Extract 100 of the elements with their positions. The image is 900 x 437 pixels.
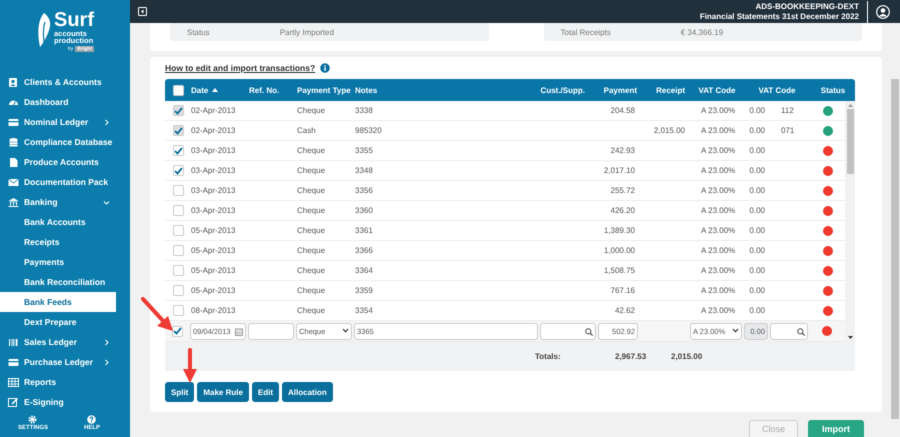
table-cell: A 23.00% [701,146,736,155]
action-button[interactable]: Split [165,382,194,402]
cust-supp-field[interactable] [540,322,596,340]
table-cell: 112 [781,106,794,115]
table-cell: 3364 [355,266,373,275]
sidebar-toggle-icon[interactable] [138,7,147,16]
table-cell: A 23.00% [701,226,736,235]
table-cell: Cheque [297,266,326,275]
summary-value: Partly Imported [280,28,334,36]
table-cell: 1,000.00 [604,246,635,255]
table-cell: 03-Apr-2013 [191,146,236,155]
column-header[interactable]: Payment [597,86,639,94]
sidebar-item[interactable]: Compliance Database [0,132,118,152]
table-cell: 0.00 [749,246,765,255]
settings-icon [28,415,38,424]
search-icon [797,328,805,336]
sidebar-item[interactable]: Purchase Ledger [0,352,118,372]
table-cell: Cheque [297,226,326,235]
import-button[interactable]: Import [808,420,864,437]
scroll-down-icon [848,336,852,339]
table-cell: 2,017.10 [604,166,635,175]
user-icon[interactable] [876,4,890,18]
database-icon [8,136,19,148]
sidebar-item[interactable]: Bank Reconciliation [0,272,118,292]
sidebar-item[interactable]: Dashboard [0,92,118,112]
sidebar-item[interactable]: Payments [0,252,118,272]
table-cell: 242.93 [610,146,635,155]
sidebar-item[interactable]: E-Signing [0,392,118,412]
sidebar-item[interactable]: Receipts [0,232,118,252]
table-cell: 3356 [355,186,373,195]
table-cell: 3359 [355,286,373,295]
checkbox[interactable] [173,145,184,156]
column-header[interactable]: Ref. No. [247,86,295,94]
table-cell: 0.00 [749,306,765,315]
column-header[interactable]: VAT Code [743,86,809,94]
code-field[interactable] [770,322,808,340]
client-name: ADS-BOOKKEEPING-DEXT [755,2,859,12]
sidebar-item[interactable]: Reports [0,372,118,392]
card-icon [8,116,19,128]
help-link[interactable]: How to edit and import transactions? [165,63,316,73]
checkbox[interactable] [172,326,183,336]
column-header[interactable]: Date [189,86,247,94]
edit-icon [8,396,19,408]
sidebar-item[interactable]: Bank Feeds [0,292,116,312]
table-cell: A 23.00% [701,126,736,135]
table-cell: 0.00 [749,166,765,175]
sidebar-item[interactable]: Nominal Ledger [0,112,118,132]
sidebar-item[interactable]: Sales Ledger [0,332,118,352]
table-cell: 03-Apr-2013 [191,186,236,195]
column-header[interactable]: Cust./Supp. [539,86,597,94]
column-header[interactable]: VAT Code [689,86,743,94]
table-cell: 0.00 [749,266,765,275]
calendar-icon [235,328,243,336]
period-title: Financial Statements 31st December 2022 [700,12,859,22]
table-cell: Cheque [297,286,326,295]
table-cell: 3360 [355,206,373,215]
table-cell: 3366 [355,246,373,255]
pointer-arrow [140,296,176,334]
column-header[interactable]: Notes [353,86,539,94]
table-cell: 1,508.75 [604,266,635,275]
ref-field[interactable] [248,322,294,340]
table-cell: 05-Apr-2013 [191,266,236,275]
table-cell: 05-Apr-2013 [191,246,236,255]
sidebar-item[interactable]: Clients & Accounts [0,72,118,92]
table-cell: A 23.00% [701,246,736,255]
sidebar-item[interactable]: Bank Accounts [0,212,118,232]
table-cell: A 23.00% [701,266,736,275]
column-header[interactable]: Status [809,86,855,94]
checkbox[interactable] [173,165,184,176]
caret-icon [342,328,349,332]
pointer-arrow [182,348,198,384]
sidebar-item[interactable]: Produce Accounts [0,152,118,172]
table-cell: 426.20 [610,206,635,215]
caret-icon [732,328,739,332]
column-header[interactable]: Receipt [639,86,689,94]
table-cell: Cheque [297,206,326,215]
totals-label: Totals: [535,352,562,361]
table-cell: 0.00 [749,286,765,295]
table-cell: 204.58 [610,106,635,115]
scroll-up-icon [848,104,852,107]
summary-label: Total Receipts [560,28,611,36]
table-cell: A 23.00% [701,106,736,115]
table-cell: Cheque [297,106,326,115]
table-cell: 2,015.00 [654,126,685,135]
table-cell: Cheque [297,246,326,255]
action-button[interactable]: Allocation [282,382,333,402]
table-cell: 0.00 [749,106,765,115]
logo-title: Surf [54,10,94,30]
column-header[interactable]: Payment Type [295,86,353,94]
info-icon[interactable] [320,63,330,73]
sidebar-item[interactable]: Banking [0,192,118,212]
table-cell: Cheque [297,306,326,315]
action-button[interactable]: Make Rule [197,382,249,402]
sidebar-item[interactable]: Dext Prepare [0,312,118,332]
table-cell: 0.00 [749,186,765,195]
table-cell: Cheque [297,186,326,195]
sidebar-item[interactable]: Documentation Pack [0,172,118,192]
table-cell: 3361 [355,226,373,235]
table-scrollbar[interactable] [845,101,855,342]
action-button[interactable]: Edit [252,382,280,402]
